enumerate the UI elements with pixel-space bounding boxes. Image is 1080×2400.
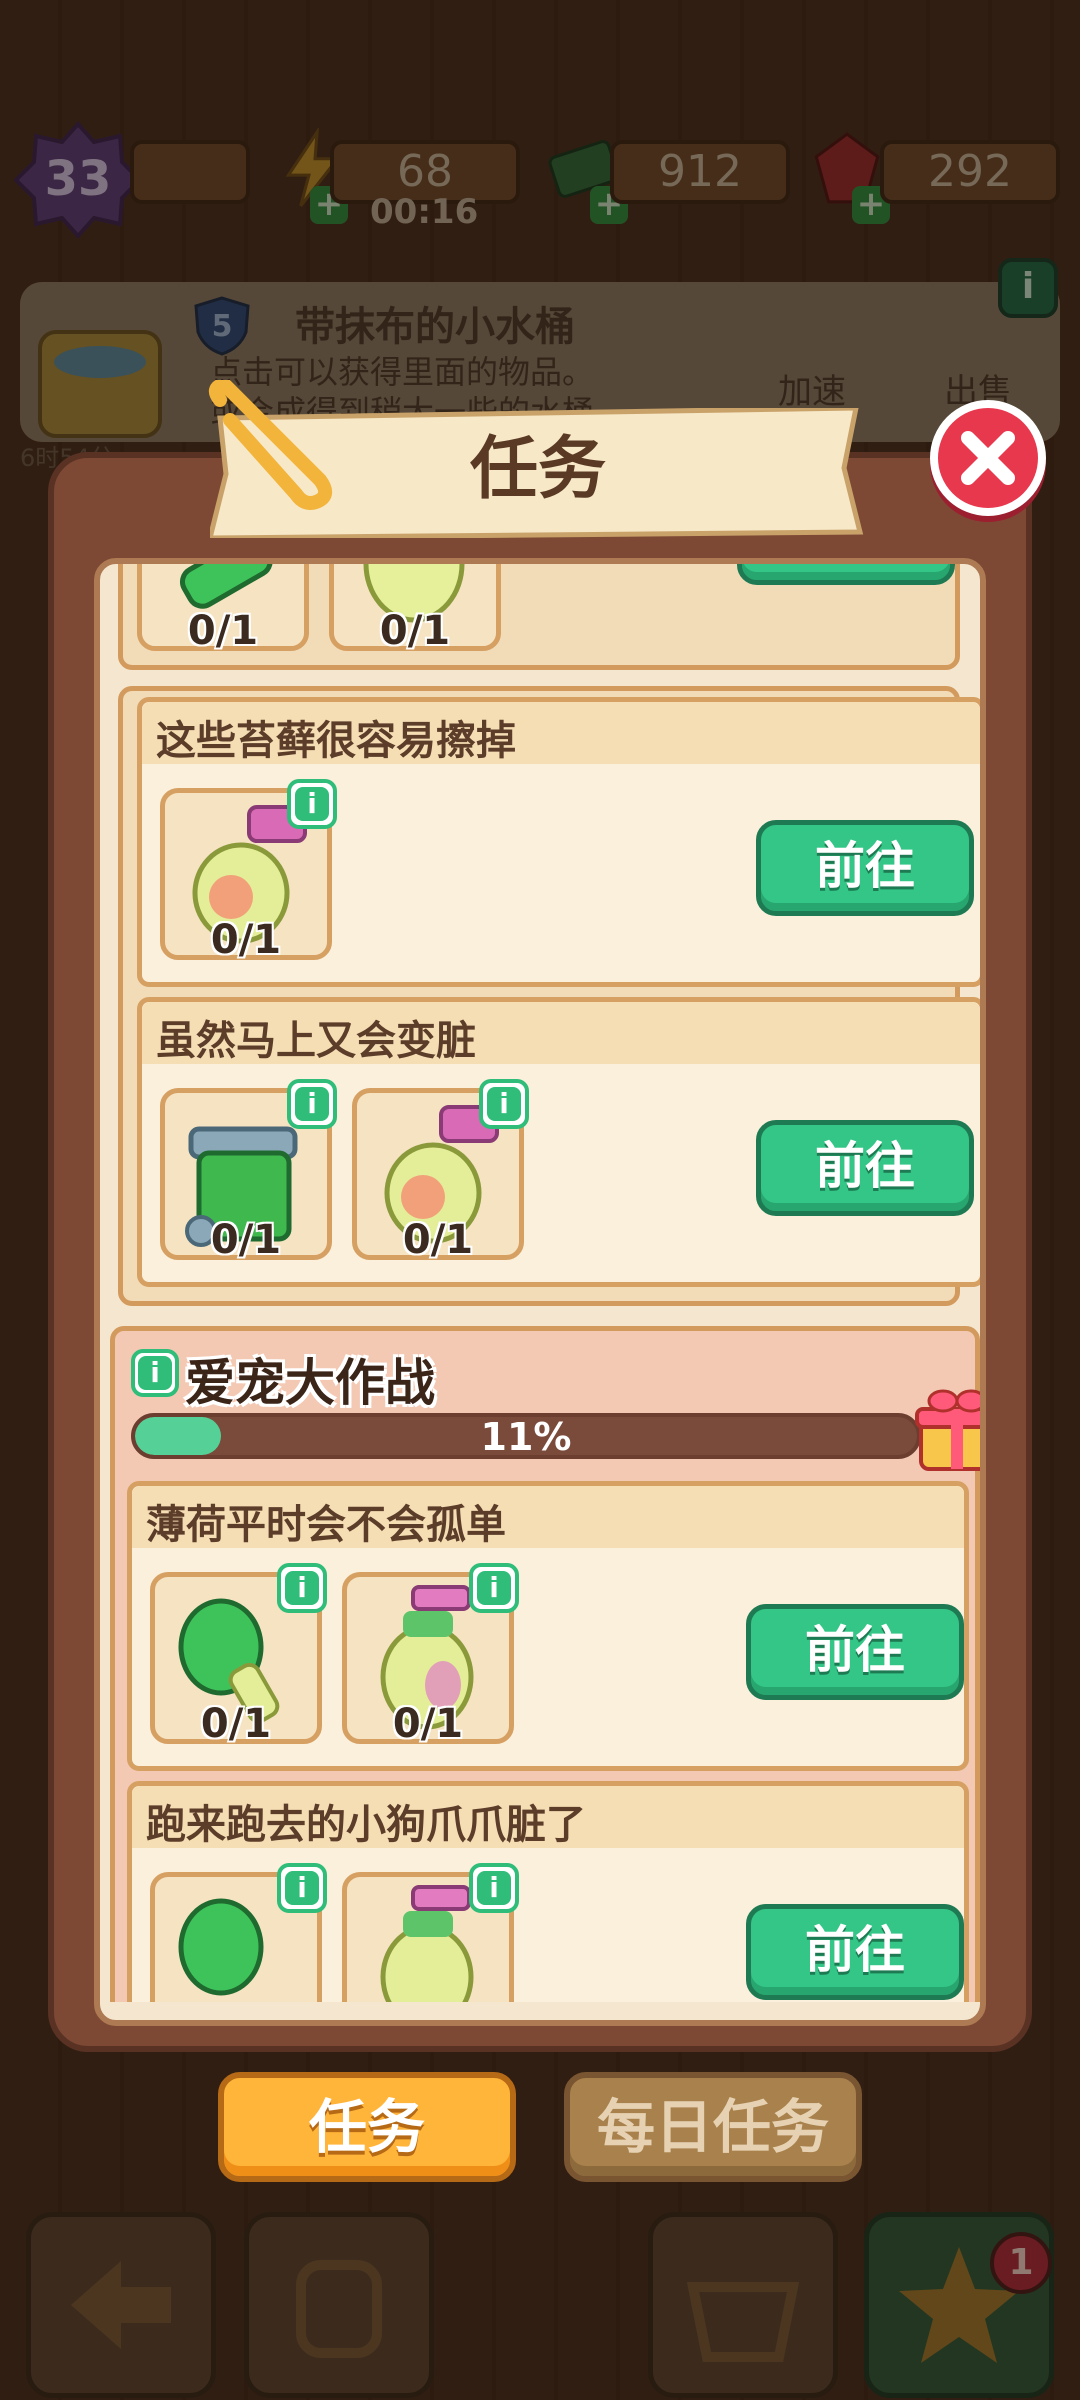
info-icon[interactable]: i xyxy=(469,1863,519,1913)
item-slot[interactable]: i 0/1 xyxy=(342,1563,519,1747)
item-count: 0/1 xyxy=(392,1701,464,1747)
item-slot[interactable]: i 0/1 xyxy=(160,1079,337,1263)
task-header: 虽然马上又会变脏 xyxy=(142,1002,980,1064)
go-button[interactable]: 前往 xyxy=(746,1604,964,1700)
item-count: 0/1 xyxy=(402,1217,474,1263)
task-title: 薄荷平时会不会孤单 xyxy=(146,1502,506,1548)
info-icon[interactable]: i xyxy=(277,1863,327,1913)
item-slot[interactable]: 0/1 xyxy=(137,564,309,654)
task-title: 跑来跑去的小狗爪爪脏了 xyxy=(146,1802,586,1848)
task-scroll-area[interactable]: 0/1 0/1 前往 这些苔藓很容易擦掉 xyxy=(100,564,980,2002)
task-group-partial: 0/1 0/1 前往 xyxy=(118,564,960,670)
item-slot[interactable]: i 0/1 xyxy=(160,779,337,963)
item-count: 0/1 xyxy=(379,608,451,654)
info-icon[interactable]: i xyxy=(479,1079,529,1129)
task-title: 虽然马上又会变脏 xyxy=(156,1018,476,1064)
go-button[interactable]: 前往 xyxy=(756,820,974,916)
task-group: 这些苔藓很容易擦掉 i 0/1 前往 虽然马上又会变脏 i 0/1 i 0/1 … xyxy=(118,686,980,1306)
event-title: 爱宠大作战 xyxy=(185,1354,435,1412)
close-button[interactable] xyxy=(930,400,1046,516)
task-title: 这些苔藓很容易擦掉 xyxy=(156,718,516,764)
task-card: 跑来跑去的小狗爪爪脏了 i i 前往 xyxy=(127,1781,969,2002)
task-modal: 0/1 0/1 前往 这些苔藓很容易擦掉 xyxy=(48,452,1032,2052)
task-card: 薄荷平时会不会孤单 i 0/1 i 0/1 前往 xyxy=(127,1481,969,1771)
task-header: 这些苔藓很容易擦掉 xyxy=(142,702,980,764)
task-card: 这些苔藓很容易擦掉 i 0/1 前往 xyxy=(137,697,980,987)
go-button[interactable]: 前往 xyxy=(746,1904,964,2000)
task-card: 虽然马上又会变脏 i 0/1 i 0/1 前往 xyxy=(137,997,980,1287)
info-icon[interactable]: i xyxy=(277,1563,327,1613)
item-slot[interactable]: 0/1 xyxy=(329,564,501,654)
item-slot[interactable]: i xyxy=(150,1863,327,2002)
item-slot[interactable]: i xyxy=(342,1863,519,2002)
task-list-panel: 0/1 0/1 前往 这些苔藓很容易擦掉 xyxy=(94,558,986,2026)
info-icon[interactable]: i xyxy=(469,1563,519,1613)
item-count: 0/1 xyxy=(200,1701,272,1747)
info-icon[interactable]: i xyxy=(287,779,337,829)
go-button[interactable]: 前往 xyxy=(756,1120,974,1216)
item-count: 0/1 xyxy=(210,1217,282,1263)
task-header: 薄荷平时会不会孤单 xyxy=(132,1486,964,1548)
item-count: 0/1 xyxy=(210,917,282,963)
close-icon xyxy=(961,431,1015,485)
task-header: 跑来跑去的小狗爪爪脏了 xyxy=(132,1786,964,1848)
event-progress-bar: 11% xyxy=(131,1413,921,1459)
go-button[interactable]: 前往 xyxy=(737,564,955,585)
item-slot[interactable]: i 0/1 xyxy=(150,1563,327,1747)
event-info-icon[interactable]: i xyxy=(131,1349,179,1397)
tab-tasks[interactable]: 任务 xyxy=(218,2072,516,2182)
paper-clip-icon xyxy=(208,380,333,510)
event-progress-text: 11% xyxy=(480,1415,572,1459)
tab-daily-tasks[interactable]: 每日任务 xyxy=(564,2072,862,2182)
info-icon[interactable]: i xyxy=(287,1079,337,1129)
item-slot[interactable]: i 0/1 xyxy=(352,1079,529,1263)
item-count: 0/1 xyxy=(187,608,259,654)
gift-box-icon[interactable] xyxy=(911,1383,980,1475)
event-group: i 爱宠大作战 11% 薄荷平时会不会孤单 i 0/1 i 0/1 前往 跑来跑… xyxy=(110,1326,980,2002)
